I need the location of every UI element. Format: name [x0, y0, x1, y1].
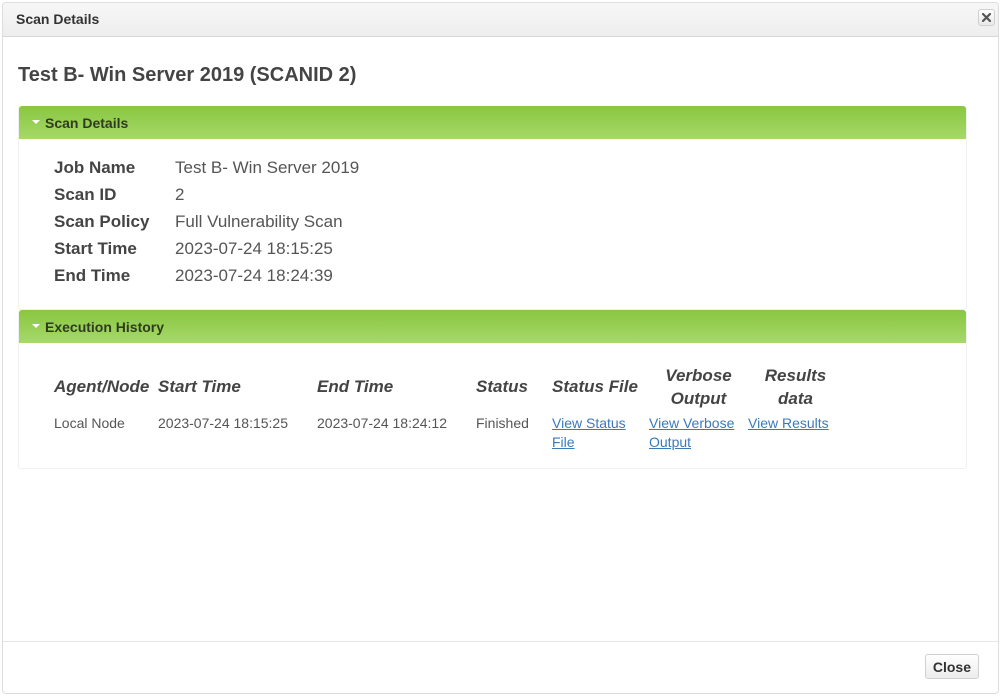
scan-details-panel-title: Scan Details — [45, 115, 129, 131]
column-header-start-time: Start Time — [158, 377, 241, 396]
cell-status: Finished — [476, 415, 529, 431]
dialog-content: Test B- Win Server 2019 (SCANID 2) Scan … — [3, 37, 998, 642]
cell-end-time: 2023-07-24 18:24:12 — [317, 415, 447, 431]
table-row: Local Node 2023-07-24 18:15:25 2023-07-2… — [54, 410, 843, 452]
scan-details-panel-header[interactable]: Scan Details — [19, 106, 966, 139]
detail-value: 2 — [175, 185, 185, 204]
view-verbose-output-link[interactable]: View Verbose Output — [649, 415, 734, 450]
detail-label: Job Name — [54, 158, 136, 177]
scan-details-panel: Scan Details Job Name Test B- Win Server … — [18, 106, 967, 310]
dialog-titlebar[interactable]: Scan Details — [3, 3, 998, 37]
execution-history-panel: Execution History Agent/Node Start Time … — [18, 310, 967, 469]
cell-status-file: View Status File — [552, 410, 649, 452]
cell-verbose-output: View Verbose Output — [649, 410, 748, 452]
view-status-file-link[interactable]: View Status File — [552, 415, 626, 450]
detail-row-scan-id: Scan ID 2 — [54, 185, 359, 212]
execution-history-panel-title: Execution History — [45, 319, 165, 335]
execution-history-table: Agent/Node Start Time End Time Status St… — [54, 363, 843, 452]
cell-start-time: 2023-07-24 18:15:25 — [158, 415, 288, 431]
detail-row-end-time: End Time 2023-07-24 18:24:39 — [54, 266, 359, 293]
page-title: Test B- Win Server 2019 (SCANID 2) — [18, 64, 357, 86]
caret-down-icon — [32, 120, 40, 124]
caret-down-icon — [32, 324, 40, 328]
column-header-agent: Agent/Node — [54, 377, 150, 396]
detail-value: Test B- Win Server 2019 — [175, 158, 360, 177]
column-header-verbose-output: Verbose Output — [665, 365, 732, 408]
scan-details-list: Job Name Test B- Win Server 2019 Scan ID 2… — [54, 158, 359, 293]
detail-value: 2023-07-24 18:24:39 — [175, 266, 333, 285]
table-header-row: Agent/Node Start Time End Time Status St… — [54, 363, 843, 410]
column-header-results-data: Results data — [764, 365, 827, 408]
cell-agent: Local Node — [54, 415, 125, 431]
detail-row-scan-policy: Scan Policy Full Vulnerability Scan — [54, 212, 359, 239]
view-results-link[interactable]: View Results — [748, 415, 829, 431]
close-button[interactable]: Close — [924, 654, 979, 679]
detail-value: 2023-07-24 18:15:25 — [175, 239, 333, 258]
detail-label: End Time — [54, 266, 131, 285]
column-header-status: Status — [476, 377, 528, 396]
detail-row-start-time: Start Time 2023-07-24 18:15:25 — [54, 239, 359, 266]
detail-label: Scan ID — [54, 185, 117, 204]
scan-details-dialog: Scan Details Test B- Win Server 2019 (SC… — [2, 2, 999, 694]
detail-row-job-name: Job Name Test B- Win Server 2019 — [54, 158, 359, 185]
dialog-title: Scan Details — [16, 11, 100, 27]
column-header-status-file: Status File — [552, 377, 638, 396]
detail-value: Full Vulnerability Scan — [175, 212, 343, 231]
execution-history-panel-header[interactable]: Execution History — [19, 310, 966, 343]
cell-results-data: View Results — [748, 410, 843, 452]
close-icon[interactable] — [978, 9, 995, 26]
column-header-end-time: End Time — [317, 377, 394, 396]
detail-label: Scan Policy — [54, 212, 150, 231]
detail-label: Start Time — [54, 239, 137, 258]
